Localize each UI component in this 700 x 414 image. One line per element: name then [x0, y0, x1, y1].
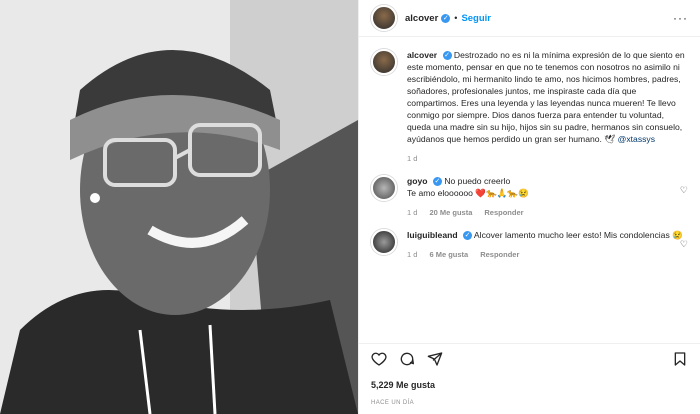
portrait-illustration [0, 0, 358, 414]
comment-row: goyo ✓ No puedo creerlo Te amo eloooooo … [371, 175, 688, 219]
share-icon[interactable] [427, 351, 443, 367]
caption-text: Destrozado no es ni la mínima expresión … [407, 50, 685, 144]
post-side-panel: alcover ✓ • Seguir ··· alcover ✓ Destroz… [358, 0, 700, 414]
comment-body: goyo ✓ No puedo creerlo Te amo eloooooo … [407, 175, 688, 219]
caption-mention[interactable]: @xtassys [618, 134, 655, 144]
instagram-post: alcover ✓ • Seguir ··· alcover ✓ Destroz… [0, 0, 700, 414]
comment-likes[interactable]: 20 Me gusta [429, 207, 472, 219]
verified-badge-icon: ✓ [441, 13, 451, 23]
comment-like-heart-icon[interactable]: ♡ [680, 239, 688, 250]
post-actions [359, 343, 700, 374]
comment-meta: 1 d 6 Me gusta Responder [407, 249, 688, 261]
caption-meta: 1 d [407, 153, 688, 165]
bookmark-icon[interactable] [672, 351, 688, 367]
likes-count[interactable]: 5,229 Me gusta [371, 380, 435, 390]
comment-likes[interactable]: 6 Me gusta [429, 249, 468, 261]
verified-badge-icon: ✓ [432, 177, 442, 187]
comment-time[interactable]: 1 d [407, 207, 417, 219]
comment-row: luiguibleand ✓ Alcover lamento mucho lee… [371, 229, 688, 261]
reply-button[interactable]: Responder [480, 249, 519, 261]
separator-dot: • [454, 13, 458, 23]
caption-row: alcover ✓ Destrozado no es ni la mínima … [371, 49, 688, 165]
comment-like-heart-icon[interactable]: ♡ [680, 185, 688, 196]
author-avatar[interactable] [371, 5, 397, 31]
heart-icon[interactable] [371, 351, 387, 367]
caption-avatar[interactable] [371, 49, 397, 75]
reply-button[interactable]: Responder [484, 207, 523, 219]
comment-avatar[interactable] [371, 175, 397, 201]
post-photo[interactable] [0, 0, 358, 414]
comment-icon[interactable] [399, 351, 415, 367]
caption-username[interactable]: alcover [407, 50, 437, 60]
caption-body: alcover ✓ Destrozado no es ni la mínima … [407, 49, 688, 165]
post-header: alcover ✓ • Seguir ··· [359, 0, 700, 37]
comment-meta: 1 d 20 Me gusta Responder [407, 207, 688, 219]
comment-text-2: Te amo eloooooo ❤️🐆🙏🐆😢 [407, 188, 529, 198]
comment-username[interactable]: goyo [407, 176, 428, 186]
comment-username[interactable]: luiguibleand [407, 230, 458, 240]
more-options-icon[interactable]: ··· [673, 11, 688, 25]
comment-text: Alcover lamento mucho leer esto! Mis con… [473, 230, 683, 240]
comment-avatar[interactable] [371, 229, 397, 255]
follow-button[interactable]: Seguir [461, 13, 491, 24]
caption-time[interactable]: 1 d [407, 153, 417, 165]
verified-badge-icon: ✓ [463, 231, 472, 241]
post-time[interactable]: HACE UN DÍA [371, 400, 414, 406]
comment-body: luiguibleand ✓ Alcover lamento mucho lee… [407, 229, 688, 261]
verified-badge-icon: ✓ [442, 51, 452, 61]
comments-section[interactable]: alcover ✓ Destrozado no es ni la mínima … [359, 37, 700, 336]
comment-text: No puedo creerlo [444, 176, 511, 186]
author-username[interactable]: alcover [405, 13, 438, 24]
comment-time[interactable]: 1 d [407, 249, 417, 261]
